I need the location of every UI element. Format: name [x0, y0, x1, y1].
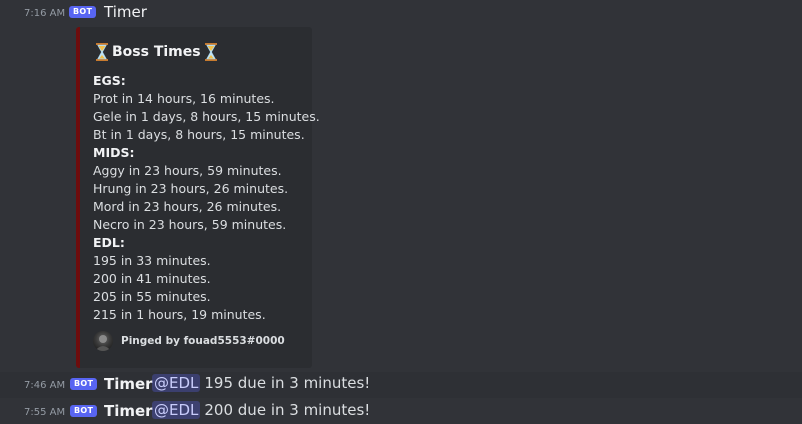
section-header-egs: EGS:	[93, 73, 126, 88]
boss-line: Gele in 1 days, 8 hours, 15 minutes.	[93, 109, 320, 124]
bot-tag: BOT	[70, 405, 98, 417]
message-text: 200 due in 3 minutes!	[204, 401, 371, 419]
boss-line: Hrung in 23 hours, 26 minutes.	[93, 181, 289, 196]
hourglass-icon	[204, 43, 217, 61]
boss-line: 215 in 1 hours, 19 minutes.	[93, 307, 266, 322]
footer-text: Pinged by fouad5553#0000	[121, 335, 285, 347]
role-mention[interactable]: @EDL	[152, 401, 201, 419]
boss-line: Mord in 23 hours, 26 minutes.	[93, 199, 282, 214]
message-timestamp[interactable]: 7:16 AM	[24, 8, 65, 19]
message-3: 7:55 AM BOT Timer @EDL 200 due in 3 minu…	[0, 399, 802, 424]
message-content: @EDL 200 due in 3 minutes!	[152, 401, 370, 419]
boss-line: 195 in 33 minutes.	[93, 253, 211, 268]
boss-times-embed: Boss Times EGS: Prot in 14 hours, 16 min…	[76, 27, 320, 368]
boss-line: 200 in 41 minutes.	[93, 271, 211, 286]
boss-line: Necro in 23 hours, 59 minutes.	[93, 217, 287, 232]
footer-avatar	[93, 331, 113, 351]
message-2: 7:46 AM BOT Timer @EDL 195 due in 3 minu…	[0, 372, 802, 398]
message-text: 195 due in 3 minutes!	[204, 374, 371, 392]
boss-line: 205 in 55 minutes.	[93, 289, 211, 304]
author-name[interactable]: Timer	[104, 402, 153, 420]
bot-tag: BOT	[69, 6, 97, 18]
message-timestamp[interactable]: 7:46 AM	[24, 380, 65, 391]
embed-description: EGS: Prot in 14 hours, 16 minutes. Gele …	[93, 72, 320, 324]
boss-line: Prot in 14 hours, 16 minutes.	[93, 91, 275, 106]
author-name[interactable]: Timer	[104, 375, 153, 393]
hourglass-icon	[96, 43, 108, 61]
embed-title-text: Boss Times	[112, 44, 201, 60]
message-timestamp[interactable]: 7:55 AM	[24, 407, 65, 418]
message-content: @EDL 195 due in 3 minutes!	[152, 374, 370, 392]
bot-tag: BOT	[70, 378, 98, 390]
embed-title: Boss Times	[96, 43, 217, 61]
role-mention[interactable]: @EDL	[152, 374, 201, 392]
boss-line: Aggy in 23 hours, 59 minutes.	[93, 163, 282, 178]
message-1: 7:16 AM BOT Timer	[0, 0, 802, 26]
author-name[interactable]: Timer	[104, 3, 147, 21]
embed-footer: Pinged by fouad5553#0000	[93, 331, 285, 351]
boss-line: Bt in 1 days, 8 hours, 15 minutes.	[93, 127, 305, 142]
section-header-edl: EDL:	[93, 235, 125, 250]
section-header-mids: MIDS:	[93, 145, 135, 160]
